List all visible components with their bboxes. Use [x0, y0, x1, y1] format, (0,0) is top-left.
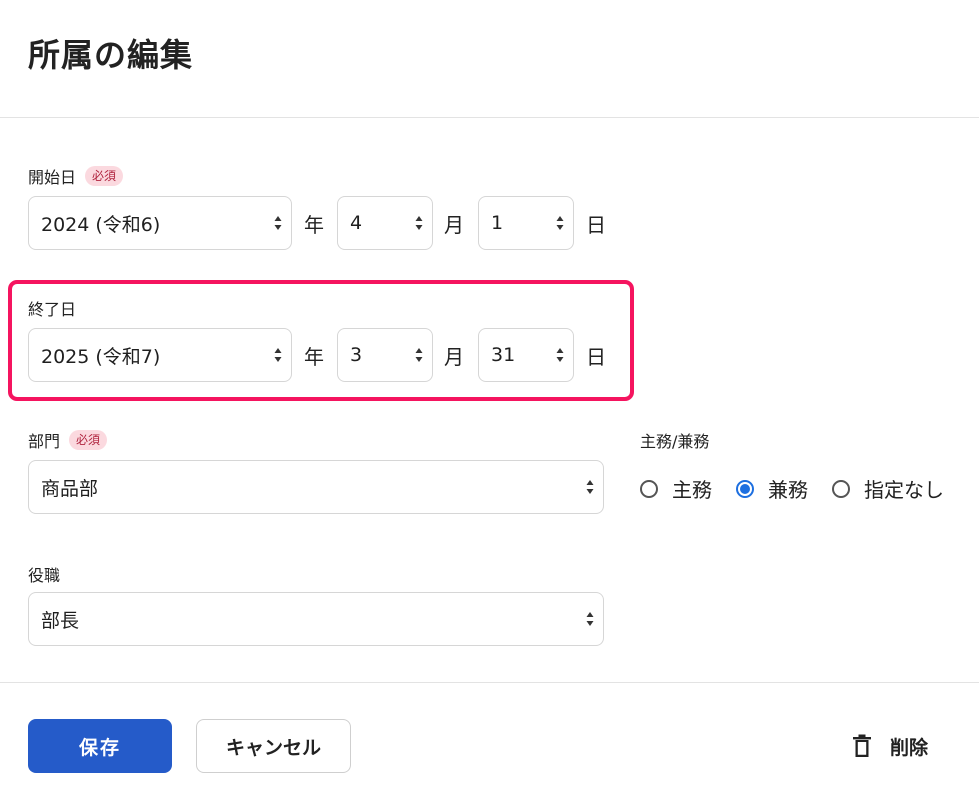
end-month-unit: 月: [444, 345, 464, 369]
start-month-unit: 月: [444, 213, 464, 237]
save-button[interactable]: 保存: [28, 719, 172, 773]
start-month-select[interactable]: 4: [337, 196, 433, 250]
assignment-type-label: 主務/兼務: [640, 428, 709, 452]
radio-main-dot[interactable]: [640, 479, 658, 498]
start-date-label: 開始日 必須: [28, 164, 124, 188]
end-day-select[interactable]: 31: [478, 328, 574, 382]
sort-arrows-icon: [586, 612, 594, 626]
department-label-text: 部門: [28, 432, 61, 451]
start-day-unit: 日: [586, 213, 606, 237]
end-year-value: 2025 (令和7): [41, 345, 161, 368]
end-date-label: 終了日: [28, 296, 76, 320]
sort-arrows-icon: [586, 480, 594, 494]
end-year-unit: 年: [304, 345, 324, 369]
required-badge: 必須: [85, 166, 124, 186]
department-select[interactable]: 商品部: [28, 460, 604, 514]
radio-main[interactable]: 主務: [640, 474, 712, 503]
radio-unspecified-dot[interactable]: [832, 479, 850, 498]
end-date-label-text: 終了日: [28, 300, 77, 319]
sort-arrows-icon: [556, 348, 564, 362]
trash-icon: [853, 734, 871, 757]
dialog-title: 所属の編集: [28, 36, 194, 74]
department-label: 部門 必須: [28, 428, 108, 452]
start-year-unit: 年: [304, 213, 324, 237]
sort-arrows-icon: [556, 216, 564, 230]
position-value: 部長: [41, 609, 80, 632]
end-year-select[interactable]: 2025 (令和7): [28, 328, 292, 382]
assignment-type-label-text: 主務/兼務: [640, 432, 710, 451]
cancel-button[interactable]: キャンセル: [196, 719, 351, 773]
assignment-type-radio-group: 主務 兼務 指定なし: [640, 474, 944, 503]
sort-arrows-icon: [274, 216, 282, 230]
position-select[interactable]: 部長: [28, 592, 604, 646]
radio-concurrent[interactable]: 兼務: [736, 474, 808, 503]
required-badge: 必須: [69, 430, 108, 450]
start-date-label-text: 開始日: [28, 168, 77, 187]
position-label: 役職: [28, 562, 60, 586]
footer-divider: [0, 682, 979, 683]
radio-concurrent-label: 兼務: [768, 478, 808, 502]
radio-unspecified-label: 指定なし: [864, 478, 944, 502]
radio-concurrent-dot[interactable]: [736, 479, 754, 498]
dialog-header: 所属の編集: [0, 0, 979, 118]
sort-arrows-icon: [415, 348, 423, 362]
delete-button-label: 削除: [890, 736, 929, 759]
radio-unspecified[interactable]: 指定なし: [832, 474, 944, 503]
start-day-select[interactable]: 1: [478, 196, 574, 250]
sort-arrows-icon: [274, 348, 282, 362]
sort-arrows-icon: [415, 216, 423, 230]
position-label-text: 役職: [28, 566, 61, 585]
end-day-unit: 日: [586, 345, 606, 369]
end-month-select[interactable]: 3: [337, 328, 433, 382]
start-year-select[interactable]: 2024 (令和6): [28, 196, 292, 250]
radio-main-label: 主務: [672, 478, 712, 502]
department-value: 商品部: [41, 477, 99, 500]
delete-button[interactable]: 削除: [852, 727, 928, 765]
start-year-value: 2024 (令和6): [41, 213, 161, 236]
